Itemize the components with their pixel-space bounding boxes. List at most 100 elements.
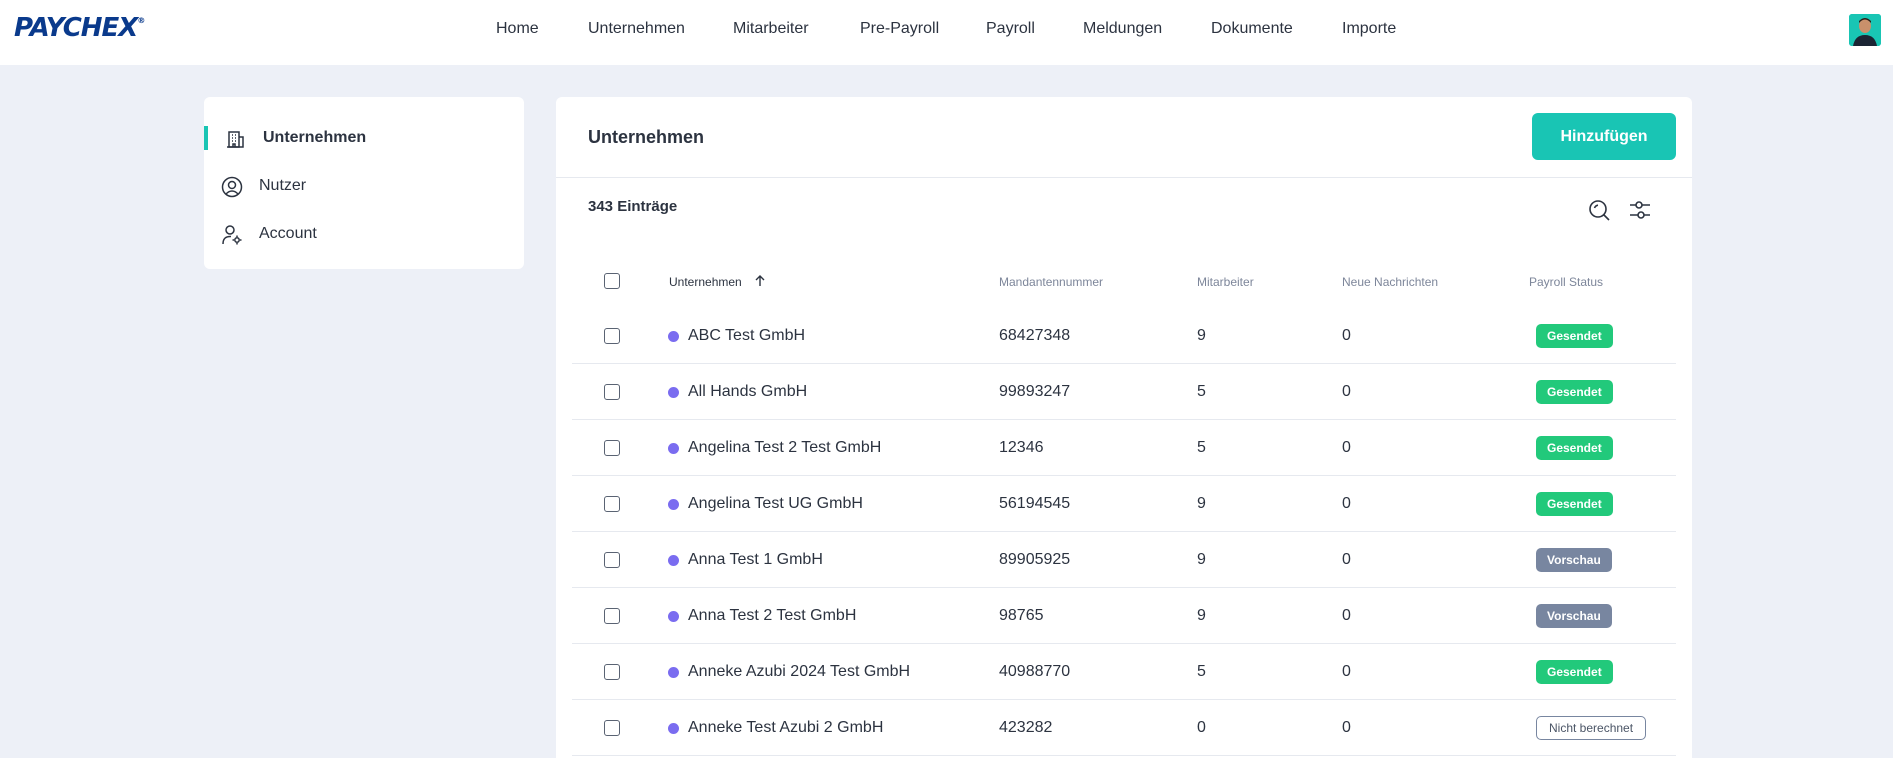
table-row[interactable]: Angelina Test 2 Test GmbH 12346 5 0 Gesendet	[572, 420, 1676, 476]
table-row[interactable]: All Hands GmbH 99893247 5 0 Gesendet	[572, 364, 1676, 420]
avatar-person-icon	[1849, 14, 1881, 46]
table-row[interactable]: Anneke Azubi 2024 Test GmbH 40988770 5 0 Ges…	[572, 644, 1676, 700]
table-row[interactable]: Angelina Test UG GmbH 56194545 9 0 Gesendet	[572, 476, 1676, 532]
messages-cell: 0	[1342, 663, 1351, 680]
client-number-cell: 56194545	[999, 495, 1071, 512]
companies-panel: Unternehmen Hinzufügen 343 Einträge Unte…	[556, 97, 1692, 758]
column-header-messages[interactable]: Neue Nachrichten	[1342, 275, 1438, 289]
active-indicator	[204, 126, 208, 150]
status-dot	[668, 443, 679, 454]
row-checkbox[interactable]	[604, 664, 620, 680]
row-checkbox[interactable]	[604, 552, 620, 568]
table-row[interactable]: ABC Test GmbH 68427348 9 0 Gesendet	[572, 308, 1676, 364]
nav-item-importe[interactable]: Importe	[1342, 20, 1396, 38]
sidebar: Unternehmen Nutzer Account	[204, 97, 524, 269]
messages-cell: 0	[1342, 551, 1351, 568]
employees-cell: 5	[1197, 663, 1206, 680]
status-dot	[668, 611, 679, 622]
page-title: Unternehmen	[588, 127, 705, 147]
logo-text: PAYCHEX	[14, 13, 138, 43]
entries-count: 343 Einträge	[588, 198, 678, 215]
table-row[interactable]: Anna Test 1 GmbH 89905925 9 0 Vorschau	[572, 532, 1676, 588]
sidebar-item-label: Unternehmen	[263, 129, 367, 146]
search-icon[interactable]	[1586, 197, 1612, 223]
status-dot	[668, 667, 679, 678]
status-dot	[668, 555, 679, 566]
add-company-button[interactable]: Hinzufügen	[1532, 113, 1676, 160]
client-number-cell: 98765	[999, 607, 1044, 624]
column-header-status[interactable]: Payroll Status	[1529, 275, 1603, 289]
table-row[interactable]: Anneke Test Azubi 2 GmbH 423282 0 0 Nicht be…	[572, 700, 1676, 756]
nav-item-meldungen[interactable]: Meldungen	[1083, 20, 1162, 38]
status-dot	[668, 387, 679, 398]
company-name-link[interactable]: Anna Test 1 GmbH	[688, 551, 823, 569]
nav-item-payroll[interactable]: Payroll	[986, 20, 1035, 38]
row-checkbox[interactable]	[604, 384, 620, 400]
payroll-status-badge: Vorschau	[1536, 548, 1612, 572]
filter-sliders-icon[interactable]	[1627, 197, 1653, 223]
nav-item-home[interactable]: Home	[496, 20, 539, 38]
row-checkbox[interactable]	[604, 440, 620, 456]
sort-ascending-icon[interactable]	[754, 275, 766, 287]
row-checkbox[interactable]	[604, 720, 620, 736]
row-divider	[572, 755, 1676, 756]
row-checkbox[interactable]	[604, 328, 620, 344]
sidebar-item-nutzer[interactable]: Nutzer	[204, 170, 524, 202]
user-settings-icon	[220, 224, 244, 246]
table-row[interactable]: Anna Test 2 Test GmbH 98765 9 0 Vorschau	[572, 588, 1676, 644]
nav-item-pre-payroll[interactable]: Pre-Payroll	[860, 20, 939, 38]
client-number-cell: 423282	[999, 719, 1053, 736]
user-avatar[interactable]	[1849, 14, 1881, 46]
trademark-symbol: ®	[137, 16, 146, 25]
company-name-link[interactable]: Anneke Test Azubi 2 GmbH	[688, 719, 883, 737]
messages-cell: 0	[1342, 327, 1351, 344]
paychex-logo[interactable]: PAYCHEX®	[14, 13, 145, 43]
employees-cell: 0	[1197, 719, 1206, 736]
employees-cell: 5	[1197, 439, 1206, 456]
sidebar-item-unternehmen[interactable]: Unternehmen	[204, 122, 524, 154]
payroll-status-badge: Nicht berechnet	[1536, 716, 1647, 740]
column-header-label: Unternehmen	[669, 275, 742, 289]
company-name-link[interactable]: Angelina Test 2 Test GmbH	[688, 439, 881, 457]
employees-cell: 9	[1197, 495, 1206, 512]
column-header-company[interactable]: Unternehmen	[669, 275, 766, 289]
payroll-status-badge: Gesendet	[1536, 380, 1613, 404]
header-divider	[556, 177, 1692, 178]
payroll-status-badge: Gesendet	[1536, 436, 1613, 460]
employees-cell: 9	[1197, 607, 1206, 624]
nav-item-mitarbeiter[interactable]: Mitarbeiter	[733, 20, 809, 38]
messages-cell: 0	[1342, 383, 1351, 400]
sidebar-item-label: Account	[259, 225, 317, 242]
messages-cell: 0	[1342, 439, 1351, 456]
company-name-link[interactable]: ABC Test GmbH	[688, 327, 805, 345]
employees-cell: 9	[1197, 551, 1206, 568]
select-all-checkbox[interactable]	[604, 273, 620, 289]
payroll-status-badge: Gesendet	[1536, 492, 1613, 516]
client-number-cell: 12346	[999, 439, 1044, 456]
company-name-link[interactable]: Angelina Test UG GmbH	[688, 495, 863, 513]
client-number-cell: 99893247	[999, 383, 1071, 400]
column-header-employees[interactable]: Mitarbeiter	[1197, 275, 1254, 289]
payroll-status-badge: Gesendet	[1536, 660, 1613, 684]
payroll-status-badge: Vorschau	[1536, 604, 1612, 628]
column-header-client-number[interactable]: Mandantennummer	[999, 275, 1103, 289]
employees-cell: 5	[1197, 383, 1206, 400]
sidebar-item-account[interactable]: Account	[204, 218, 524, 250]
status-dot	[668, 723, 679, 734]
status-dot	[668, 331, 679, 342]
employees-cell: 9	[1197, 327, 1206, 344]
client-number-cell: 89905925	[999, 551, 1071, 568]
company-name-link[interactable]: All Hands GmbH	[688, 383, 807, 401]
messages-cell: 0	[1342, 719, 1351, 736]
row-checkbox[interactable]	[604, 496, 620, 512]
nav-item-unternehmen[interactable]: Unternehmen	[588, 20, 685, 38]
row-checkbox[interactable]	[604, 608, 620, 624]
messages-cell: 0	[1342, 495, 1351, 512]
client-number-cell: 68427348	[999, 327, 1071, 344]
company-name-link[interactable]: Anneke Azubi 2024 Test GmbH	[688, 663, 910, 681]
company-name-link[interactable]: Anna Test 2 Test GmbH	[688, 607, 856, 625]
user-circle-icon	[220, 176, 244, 198]
sidebar-item-label: Nutzer	[259, 177, 307, 194]
payroll-status-badge: Gesendet	[1536, 324, 1613, 348]
nav-item-dokumente[interactable]: Dokumente	[1211, 20, 1293, 38]
